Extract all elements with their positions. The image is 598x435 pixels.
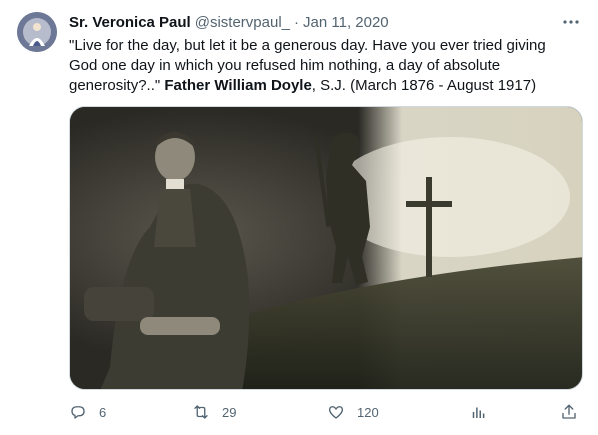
heart-icon bbox=[328, 406, 344, 419]
retweet-icon bbox=[194, 405, 208, 419]
tweet-header: Sr. Veronica Paul @sistervpaul_ · Jan 11… bbox=[69, 12, 389, 32]
tweet-text: "Live for the day, but let it be a gener… bbox=[69, 36, 574, 96]
tweet-photo[interactable] bbox=[69, 106, 583, 390]
share-button[interactable] bbox=[560, 402, 578, 422]
views-icon bbox=[472, 407, 485, 418]
retweet-button[interactable]: 29 bbox=[192, 402, 236, 422]
reply-button[interactable]: 6 bbox=[69, 402, 106, 422]
reply-count: 6 bbox=[99, 404, 107, 420]
like-count: 120 bbox=[357, 404, 379, 420]
tweet-date[interactable]: Jan 11, 2020 bbox=[303, 14, 389, 31]
tweet-actions: 6 29 120 bbox=[69, 402, 583, 422]
share-icon bbox=[562, 404, 576, 419]
tweet-card[interactable]: Sr. Veronica Paul @sistervpaul_ · Jan 11… bbox=[0, 0, 598, 435]
retweet-count: 29 bbox=[222, 404, 237, 420]
tweet-text-name: Father William Doyle bbox=[164, 77, 312, 94]
tweet-text-dates: , S.J. (March 1876 - August 1917) bbox=[311, 77, 537, 94]
author-handle[interactable]: @sistervpaul_ bbox=[195, 14, 290, 31]
separator-dot: · bbox=[294, 13, 300, 31]
author-name[interactable]: Sr. Veronica Paul bbox=[69, 14, 191, 31]
like-button[interactable]: 120 bbox=[327, 402, 379, 422]
views-button[interactable] bbox=[469, 402, 487, 422]
avatar-image bbox=[17, 12, 57, 52]
reply-icon bbox=[71, 406, 85, 419]
photo-collage bbox=[70, 107, 582, 389]
more-icon[interactable] bbox=[561, 12, 581, 32]
profile-avatar[interactable] bbox=[17, 12, 57, 52]
